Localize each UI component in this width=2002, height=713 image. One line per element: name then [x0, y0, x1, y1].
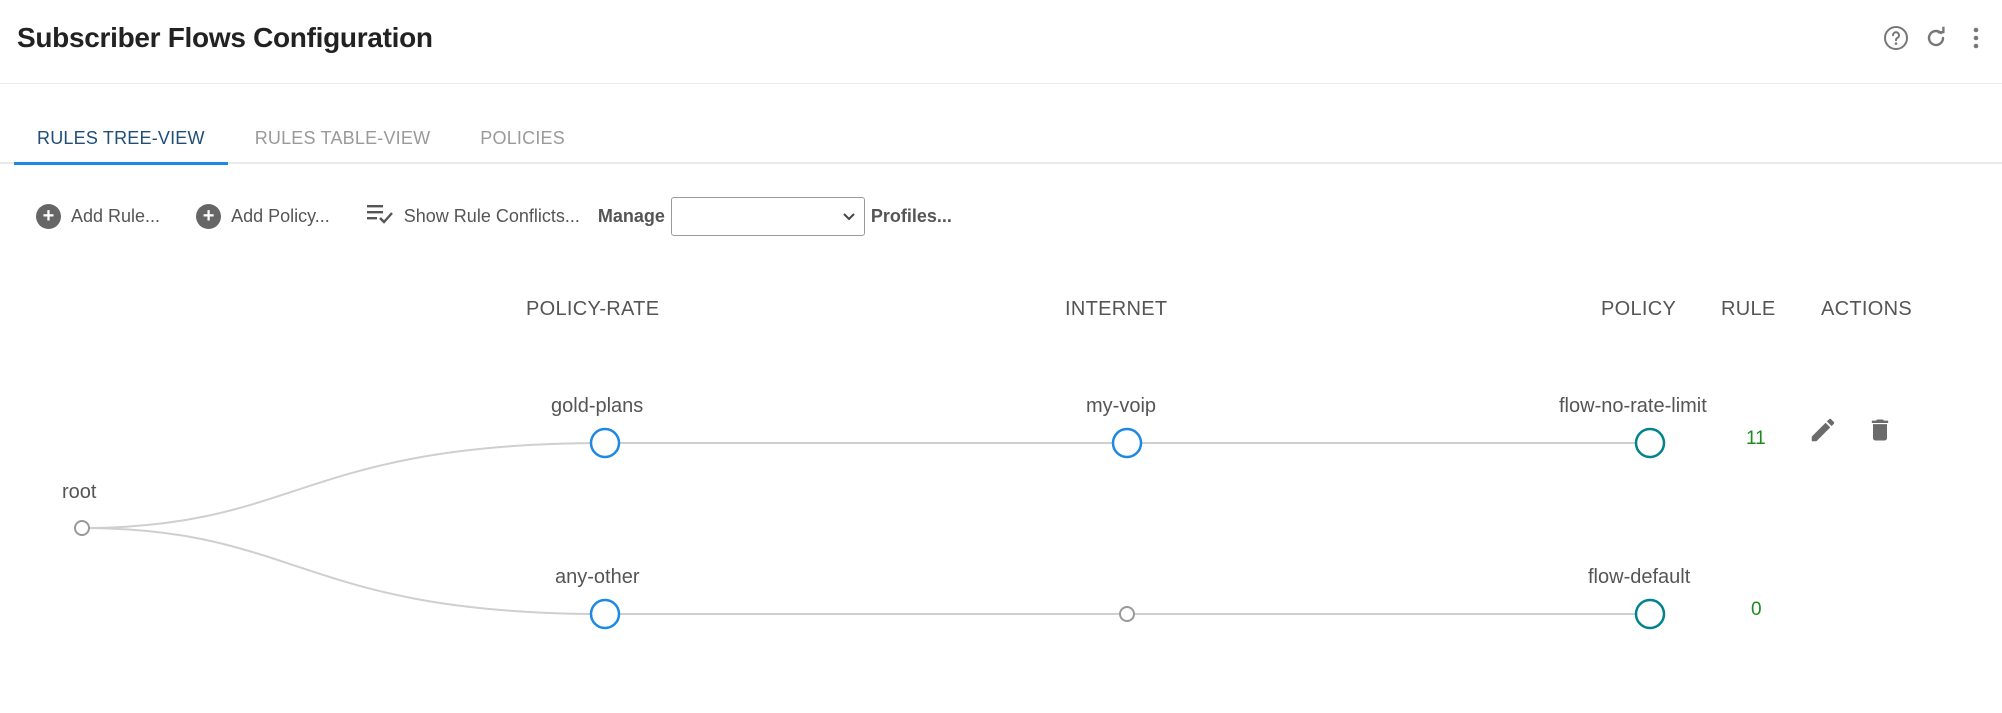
delete-icon[interactable]: [1866, 414, 1894, 451]
edge-root-gold-plans: [81, 442, 606, 529]
node-empty-internet[interactable]: [1119, 606, 1135, 622]
node-flow-no-rate-limit[interactable]: [1634, 427, 1666, 459]
node-flow-default[interactable]: [1634, 598, 1666, 630]
node-label-my-voip: my-voip: [1086, 395, 1157, 417]
node-label-flow-default: flow-default: [1588, 566, 1691, 588]
edge-root-any-other: [81, 527, 606, 615]
rule-count-row-1: 11: [1746, 428, 1766, 449]
rule-count-row-2: 0: [1751, 599, 1762, 620]
edit-icon[interactable]: [1808, 415, 1838, 450]
node-any-other[interactable]: [589, 598, 621, 630]
node-root[interactable]: [74, 520, 90, 536]
node-label-any-other: any-other: [555, 566, 640, 588]
node-label-flow-no-rate-limit: flow-no-rate-limit: [1559, 395, 1707, 417]
node-label-gold-plans: gold-plans: [551, 395, 644, 417]
rules-tree: [74, 427, 1666, 630]
node-my-voip[interactable]: [1111, 427, 1143, 459]
node-gold-plans[interactable]: [589, 427, 621, 459]
node-label-root: root: [62, 481, 97, 503]
